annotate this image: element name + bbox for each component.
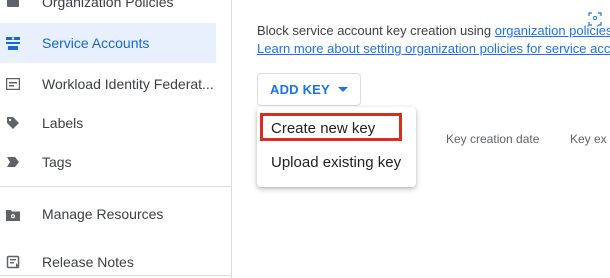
sidebar-item-manage-resources[interactable]: Manage Resources [0,194,216,234]
sidebar-item-label: Labels [42,115,84,131]
sidebar-item-tags[interactable]: Tags [0,142,216,182]
sidebar-item-label: Service Accounts [42,35,150,51]
sidebar-bottom-divider [0,275,232,276]
sidebar-item-organization-policies[interactable]: Organization Policies [0,0,216,22]
description-text: Block service account key creation using [257,23,495,38]
column-header-key-expiration[interactable]: Key ex [570,132,607,146]
workload-identity-icon [5,76,21,92]
chevron-down-icon [337,87,348,92]
sidebar-item-label: Organization Policies [42,0,174,10]
tag-chevron-icon [5,154,21,170]
menu-item-create-new-key[interactable]: Create new key [257,111,416,145]
label-tag-icon [5,115,21,131]
sidebar-item-label: Workload Identity Federat... [42,76,214,92]
menu-item-upload-existing-key[interactable]: Upload existing key [257,145,416,179]
sidebar: Organization Policies Service Accounts W… [0,0,232,278]
focus-frame-icon[interactable] [588,12,602,26]
manage-resources-icon [5,206,21,222]
sidebar-item-service-accounts[interactable]: Service Accounts [0,23,216,63]
sidebar-item-labels[interactable]: Labels [0,103,216,143]
sidebar-divider [0,186,232,187]
add-key-button[interactable]: ADD KEY [257,73,361,106]
learn-more-link[interactable]: Learn more about setting organization po… [257,41,610,56]
sidebar-item-label: Release Notes [42,254,134,270]
release-notes-icon [5,254,21,270]
column-header-key-creation-date[interactable]: Key creation date [446,132,539,146]
service-account-icon [5,35,21,51]
policy-icon [5,0,21,10]
sidebar-item-release-notes[interactable]: Release Notes [0,242,216,278]
sidebar-item-workload-identity[interactable]: Workload Identity Federat... [0,64,216,104]
key-policy-description: Block service account key creation using… [257,22,610,58]
add-key-label: ADD KEY [270,82,330,97]
add-key-menu: Create new key Upload existing key [257,107,416,187]
sidebar-item-label: Manage Resources [42,206,164,222]
sidebar-item-label: Tags [42,154,72,170]
